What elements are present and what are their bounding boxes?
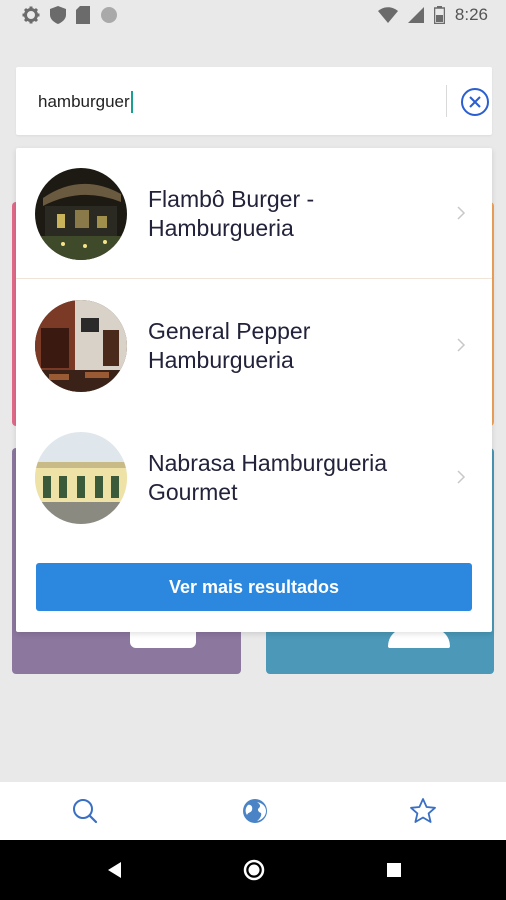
result-item[interactable]: General Pepper Hamburgueria (16, 280, 492, 410)
result-item[interactable]: Nabrasa Hamburgueria Gourmet (16, 412, 492, 542)
back-icon[interactable] (103, 858, 127, 882)
restaurant-photo (35, 168, 127, 260)
wifi-icon (377, 7, 398, 23)
search-results: Flambô Burger - Hamburgueria General Pep… (16, 148, 492, 632)
globe-icon[interactable] (240, 796, 270, 826)
chevron-right-icon (457, 206, 466, 220)
circle-icon (101, 7, 117, 23)
result-name: Flambô Burger - Hamburgueria (148, 186, 315, 241)
status-icons-left (22, 6, 118, 24)
chevron-right-icon (457, 470, 466, 484)
search-input[interactable]: hamburguer (38, 89, 418, 115)
result-item[interactable]: Flambô Burger - Hamburgueria (16, 148, 492, 279)
signal-icon (407, 7, 424, 23)
divider (446, 85, 447, 117)
close-circle-icon[interactable] (460, 87, 490, 117)
sd-card-icon (76, 6, 90, 24)
divider (16, 278, 492, 279)
battery-icon (433, 6, 445, 24)
shield-icon (50, 6, 66, 24)
status-icons-right: 8:26 (377, 5, 488, 25)
restaurant-photo (35, 432, 127, 524)
search-icon[interactable] (70, 796, 100, 826)
recent-apps-icon[interactable] (382, 858, 406, 882)
chevron-right-icon (457, 338, 466, 352)
search-input-value: hamburguer (38, 92, 130, 111)
restaurant-photo (35, 300, 127, 392)
status-time: 8:26 (454, 5, 488, 24)
result-name: Nabrasa Hamburgueria Gourmet (148, 450, 388, 505)
text-cursor (130, 91, 133, 113)
result-name: General Pepper Hamburgueria (148, 318, 311, 373)
status-bar: 8:26 (0, 0, 506, 32)
search-bar: hamburguer (16, 67, 492, 135)
star-icon[interactable] (408, 796, 438, 826)
bottom-nav (0, 782, 506, 840)
home-icon[interactable] (242, 858, 266, 882)
more-results-button[interactable]: Ver mais resultados (36, 563, 472, 611)
system-nav-bar (0, 840, 506, 900)
settings-icon (22, 6, 40, 24)
